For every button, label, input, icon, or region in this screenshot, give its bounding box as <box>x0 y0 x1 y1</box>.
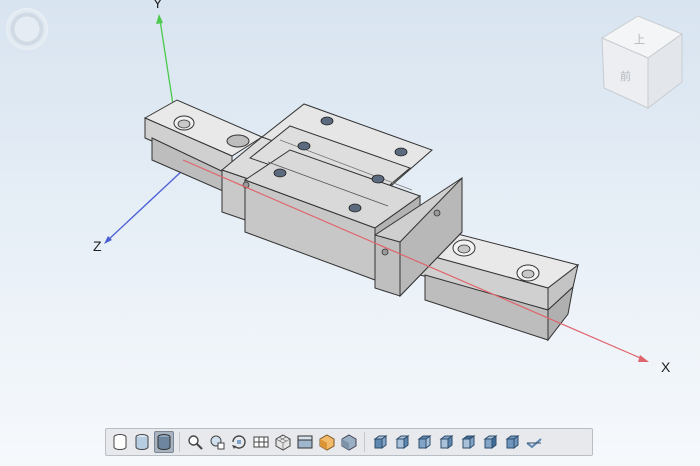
cylinder-dark-icon <box>157 434 171 451</box>
toolbar-separator <box>179 432 180 452</box>
x-axis-arrow <box>638 355 649 362</box>
cylinder-outline-icon <box>113 434 127 451</box>
view-flat-icon <box>526 438 542 449</box>
view-front-icon <box>373 435 388 449</box>
rotate-button[interactable] <box>229 431 249 453</box>
clip-box-button[interactable] <box>295 431 315 453</box>
view-back-icon <box>395 435 410 449</box>
x-axis-label: X <box>661 359 671 375</box>
material-icon <box>319 434 335 451</box>
box-shaded-icon <box>341 434 357 451</box>
view-top-icon <box>461 435 476 449</box>
zoom-fit-button[interactable] <box>207 431 227 453</box>
view-back-button[interactable] <box>392 431 412 453</box>
section-view-button[interactable] <box>251 431 271 453</box>
view-bottom-icon <box>483 435 498 449</box>
cylinder-shaded-button[interactable] <box>132 431 152 453</box>
view-top-button[interactable] <box>458 431 478 453</box>
clip-box-icon <box>297 435 313 449</box>
view-right-button[interactable] <box>436 431 456 453</box>
mesh-icon <box>275 434 291 451</box>
view-cube[interactable]: 上 前 <box>596 8 692 112</box>
cylinder-outline-button[interactable] <box>110 431 130 453</box>
zoom-button[interactable] <box>185 431 205 453</box>
y-axis-arrow <box>156 14 163 24</box>
zoom-icon <box>188 435 203 450</box>
loading-spinner-icon <box>6 8 48 50</box>
view-toolbar <box>105 428 593 456</box>
cylinder-dark-button[interactable] <box>154 431 174 453</box>
view-flat-button[interactable] <box>524 431 544 453</box>
zoom-fit-icon <box>210 435 225 450</box>
carriage-block <box>220 103 463 298</box>
material-button[interactable] <box>317 431 337 453</box>
view-left-icon <box>417 435 432 449</box>
section-view-icon <box>253 436 269 448</box>
toolbar-separator <box>364 432 365 452</box>
view-front-button[interactable] <box>370 431 390 453</box>
z-axis-line <box>106 169 184 242</box>
y-axis-label: Y <box>153 0 163 11</box>
view-left-button[interactable] <box>414 431 434 453</box>
view-right-icon <box>439 435 454 449</box>
3d-scene[interactable]: Y Z X <box>0 0 700 466</box>
view-iso-icon <box>505 435 520 449</box>
view-bottom-button[interactable] <box>480 431 500 453</box>
box-shaded-button[interactable] <box>339 431 359 453</box>
mesh-button[interactable] <box>273 431 293 453</box>
cylinder-shaded-icon <box>135 434 149 451</box>
rotate-icon <box>232 435 246 449</box>
3d-viewport[interactable]: Y Z X 上 前 <box>0 0 700 466</box>
viewcube-front-label: 前 <box>620 69 631 83</box>
x-axis-line <box>182 159 646 361</box>
viewcube-top-label: 上 <box>634 33 645 46</box>
z-axis-label: Z <box>93 238 102 254</box>
view-iso-button[interactable] <box>502 431 522 453</box>
